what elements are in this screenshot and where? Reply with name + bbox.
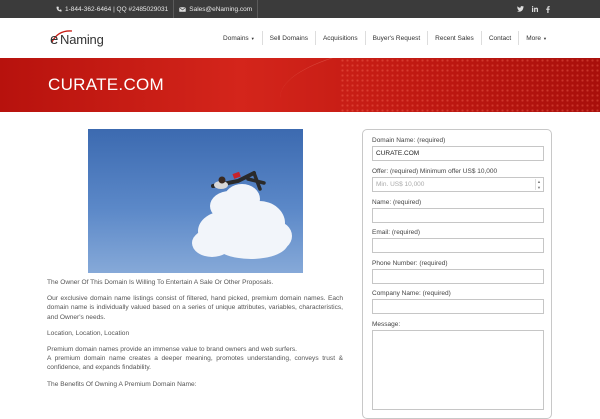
nav-more[interactable]: More ▼ bbox=[519, 18, 554, 58]
nav-label: Acquisitions bbox=[322, 34, 358, 42]
caret-down-icon: ▼ bbox=[250, 35, 255, 41]
company-field[interactable] bbox=[372, 299, 544, 314]
nav-label: Domains bbox=[223, 34, 249, 42]
domain-name-label: Domain Name: (required) bbox=[372, 137, 446, 144]
linkedin-icon[interactable] bbox=[532, 6, 538, 12]
paragraph: A premium domain name creates a deeper m… bbox=[47, 355, 343, 372]
message-textarea[interactable] bbox=[372, 330, 544, 410]
email-contact[interactable]: Sales@eNaming.com bbox=[174, 0, 257, 18]
paragraph: Location, Location, Location bbox=[47, 329, 130, 337]
facebook-icon[interactable] bbox=[546, 5, 550, 13]
company-label: Company Name: (required) bbox=[372, 290, 451, 297]
email-label: Email: (required) bbox=[372, 229, 421, 236]
banner-curve bbox=[280, 58, 600, 112]
divider bbox=[257, 0, 259, 18]
nav-label: Contact bbox=[488, 34, 512, 42]
email-field[interactable] bbox=[372, 238, 544, 253]
offer-label: Offer: (required) Minimum offer US$ 10,0… bbox=[372, 168, 498, 175]
logo-e: e bbox=[50, 31, 59, 48]
top-bar: 1-844-362-6464 | QQ #2485029031 Sales@eN… bbox=[0, 0, 600, 18]
nav-label: Sell Domains bbox=[269, 34, 308, 42]
phone-label: Phone Number: (required) bbox=[372, 260, 448, 267]
email-text: Sales@eNaming.com bbox=[189, 5, 253, 13]
page-title: CURATE.COM bbox=[48, 75, 165, 94]
hero-image bbox=[88, 129, 303, 273]
main-nav: Domains ▼ Sell Domains Acquisitions Buye… bbox=[216, 18, 554, 58]
envelope-icon bbox=[179, 6, 187, 12]
offer-form: Domain Name: (required) CURATE.COM Offer… bbox=[362, 129, 552, 419]
phone-icon bbox=[56, 6, 62, 12]
social-links bbox=[517, 0, 550, 18]
nav-sell-domains[interactable]: Sell Domains bbox=[263, 18, 315, 58]
paragraph: Premium domain names provide an immense … bbox=[47, 346, 297, 354]
nav-label: More bbox=[526, 34, 542, 42]
offer-field[interactable]: Min. US$ 10,000 ▲ ▼ bbox=[372, 177, 544, 192]
name-field[interactable] bbox=[372, 208, 544, 223]
message-label: Message: bbox=[372, 321, 401, 328]
contact-info: 1-844-362-6464 | QQ #2485029031 Sales@eN… bbox=[51, 0, 259, 18]
nav-label: Recent Sales bbox=[435, 34, 474, 42]
page-banner: CURATE.COM bbox=[0, 58, 600, 112]
logo-wordmark: Naming bbox=[60, 32, 104, 47]
nav-acquisitions[interactable]: Acquisitions bbox=[316, 18, 365, 58]
stepper-down-icon[interactable]: ▼ bbox=[537, 185, 541, 190]
caret-down-icon: ▼ bbox=[543, 35, 547, 41]
main-content: The Owner Of This Domain Is Willing To E… bbox=[0, 112, 600, 419]
number-stepper[interactable]: ▲ ▼ bbox=[535, 179, 542, 190]
paragraph: Our exclusive domain name listings consi… bbox=[47, 295, 343, 321]
phone-field[interactable] bbox=[372, 269, 544, 284]
nav-label: Buyer's Request bbox=[372, 34, 421, 42]
logo[interactable]: e Naming bbox=[50, 28, 110, 48]
nav-buyers-request[interactable]: Buyer's Request bbox=[366, 18, 428, 58]
stepper-up-icon[interactable]: ▲ bbox=[537, 179, 541, 184]
offer-placeholder: Min. US$ 10,000 bbox=[376, 181, 425, 188]
twitter-icon[interactable] bbox=[517, 6, 524, 12]
nav-recent-sales[interactable]: Recent Sales bbox=[428, 18, 481, 58]
paragraph: The Benefits Of Owning A Premium Domain … bbox=[47, 380, 197, 388]
name-label: Name: (required) bbox=[372, 199, 422, 206]
domain-name-field[interactable]: CURATE.COM bbox=[372, 146, 544, 161]
person-reading-illustration bbox=[211, 171, 266, 191]
nav-domains[interactable]: Domains ▼ bbox=[216, 18, 262, 58]
nav-contact[interactable]: Contact bbox=[482, 18, 518, 58]
paragraph: The Owner Of This Domain Is Willing To E… bbox=[47, 279, 274, 286]
description-text: The Owner Of This Domain Is Willing To E… bbox=[47, 278, 343, 396]
site-header: e Naming Domains ▼ Sell Domains Acquisit… bbox=[0, 18, 600, 58]
phone-text: 1-844-362-6464 | QQ #2485029031 bbox=[65, 5, 169, 13]
phone-contact[interactable]: 1-844-362-6464 | QQ #2485029031 bbox=[51, 0, 173, 18]
